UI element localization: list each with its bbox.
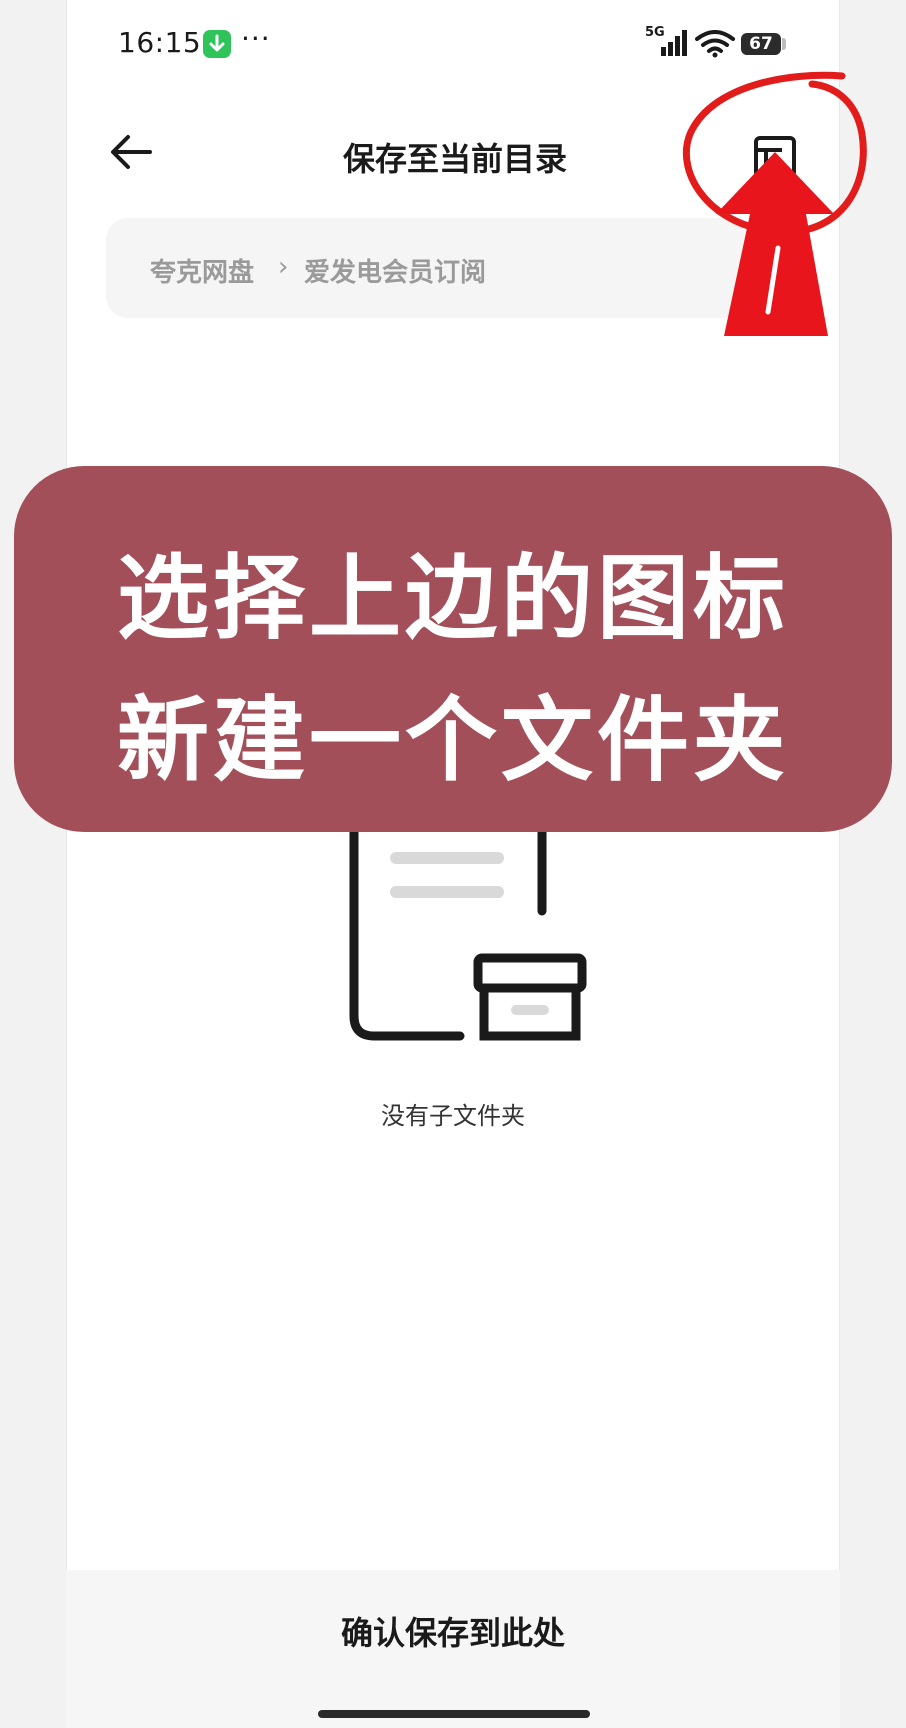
red-arrow-icon bbox=[716, 152, 834, 336]
screen: 16:15 ··· 5G 67 保存至当前目录 夸克网盘 › 爱发电会员订阅 没… bbox=[0, 0, 906, 1728]
signal-icon bbox=[659, 29, 689, 57]
wifi-icon bbox=[695, 30, 735, 58]
callout-line: 选择上边的图标 bbox=[116, 545, 789, 652]
page-title: 保存至当前目录 bbox=[342, 140, 567, 178]
battery-cap bbox=[782, 38, 786, 50]
home-indicator[interactable] bbox=[318, 1710, 590, 1718]
instruction-callout: 选择上边的图标 新建一个文件夹 bbox=[14, 466, 892, 832]
empty-folder-illustration bbox=[349, 817, 587, 1041]
breadcrumb-item-current: 爱发电会员订阅 bbox=[304, 258, 487, 288]
callout-line: 新建一个文件夹 bbox=[116, 687, 789, 794]
back-arrow-icon[interactable] bbox=[108, 132, 154, 172]
confirm-save-button[interactable]: 确认保存到此处 bbox=[66, 1570, 840, 1696]
status-time: 16:15 bbox=[118, 26, 202, 59]
battery-icon: 67 bbox=[741, 33, 781, 55]
empty-state-message: 没有子文件夹 bbox=[381, 1102, 525, 1130]
breadcrumb: 夸克网盘 › 爱发电会员订阅 bbox=[106, 218, 746, 318]
breadcrumb-separator-icon: › bbox=[278, 252, 289, 282]
download-icon bbox=[203, 30, 231, 58]
breadcrumb-item-root[interactable]: 夸克网盘 bbox=[150, 252, 254, 289]
status-more-icon: ··· bbox=[241, 22, 271, 55]
bottom-bar: 确认保存到此处 bbox=[66, 1570, 840, 1728]
